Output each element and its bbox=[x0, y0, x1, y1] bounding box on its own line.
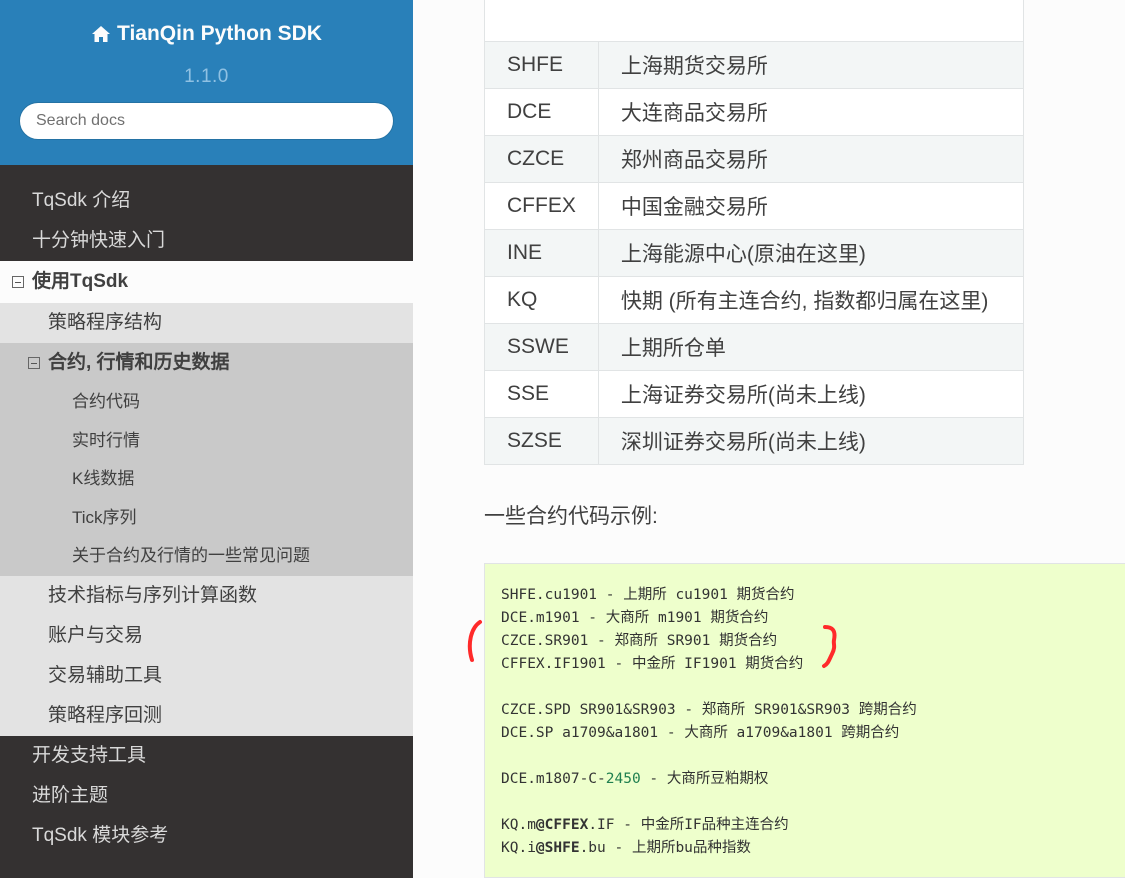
nav-subsubitem-faq[interactable]: 关于合约及行情的一些常见问题 bbox=[0, 537, 413, 576]
collapse-toggle-icon[interactable] bbox=[12, 276, 24, 288]
code-line-option: DCE.m1807-C-2450 - 大商所豆粕期权 bbox=[501, 768, 1125, 791]
exchange-name: 上海期货交易所 bbox=[597, 41, 1025, 89]
table-row: SZSE 深圳证券交易所(尚未上线) bbox=[484, 417, 1025, 465]
exchange-code: CFFEX bbox=[484, 182, 599, 230]
table-row: CFFEX 中国金融交易所 bbox=[484, 182, 1025, 230]
exchange-code: SZSE bbox=[484, 417, 599, 465]
nav-subitem-indicators[interactable]: 技术指标与序列计算函数 bbox=[0, 575, 413, 616]
nav-subitem-current-label: 合约, 行情和历史数据 bbox=[48, 352, 230, 373]
exchange-name: 大连商品交易所 bbox=[597, 88, 1025, 136]
code-example-block[interactable]: SHFE.cu1901 - 上期所 cu1901 期货合约 DCE.m1901 … bbox=[484, 563, 1125, 878]
code-token: KQ.m bbox=[501, 817, 536, 833]
home-icon bbox=[92, 26, 111, 42]
version-label: 1.1.0 bbox=[184, 66, 229, 87]
code-line-kq: KQ.m@CFFEX.IF - 中金所IF品种主连合约 bbox=[501, 814, 1125, 837]
code-token: DCE.m1807-C- bbox=[501, 771, 606, 787]
brand-link[interactable]: TianQin Python SDK bbox=[91, 22, 322, 46]
exchange-name: 快期 (所有主连合约, 指数都归属在这里) bbox=[597, 276, 1025, 324]
table-row: CZCE 郑州商品交易所 bbox=[484, 135, 1025, 183]
table-row: INE 上海能源中心(原油在这里) bbox=[484, 229, 1025, 277]
main-content: SHFE 上海期货交易所 DCE 大连商品交易所 CZCE 郑州商品交易所 CFFEX… bbox=[413, 0, 1125, 878]
exchange-code: KQ bbox=[484, 276, 599, 324]
nav-subitem-strategy-structure[interactable]: 策略程序结构 bbox=[0, 303, 413, 343]
table-header-remnant bbox=[484, 0, 1024, 42]
code-decorator-token: @CFFEX bbox=[535, 817, 589, 833]
exchange-name: 上期所仓单 bbox=[597, 323, 1025, 371]
annotation-right-bracket-icon bbox=[822, 625, 837, 668]
nav-subitem-account-trade[interactable]: 账户与交易 bbox=[0, 615, 413, 656]
code-decorator-token: @SHFE bbox=[535, 840, 580, 856]
nav-item-module-reference[interactable]: TqSdk 模块参考 bbox=[0, 816, 413, 856]
nav-item-current-label: 使用TqSdk bbox=[32, 271, 129, 292]
table-row: KQ 快期 (所有主连合约, 指数都归属在这里) bbox=[484, 276, 1025, 324]
exchange-code: DCE bbox=[484, 88, 599, 136]
code-line: CFFEX.IF1901 - 中金所 IF1901 期货合约 bbox=[501, 656, 804, 672]
nav-item-dev-tools[interactable]: 开发支持工具 bbox=[0, 736, 413, 776]
code-line-kq: KQ.i@SHFE.bu - 上期所bu品种指数 bbox=[501, 837, 1125, 860]
annotation-left-bracket-icon bbox=[467, 620, 482, 662]
nav-item-current[interactable]: 使用TqSdk bbox=[0, 261, 413, 303]
nav-subitem-trade-tools[interactable]: 交易辅助工具 bbox=[0, 655, 413, 696]
table-row: SSE 上海证券交易所(尚未上线) bbox=[484, 370, 1025, 418]
collapse-toggle-icon[interactable] bbox=[28, 357, 40, 369]
nav-subsubitem-kline[interactable]: K线数据 bbox=[0, 460, 413, 499]
exchange-name: 中国金融交易所 bbox=[597, 182, 1025, 230]
code-line: SHFE.cu1901 - 上期所 cu1901 期货合约 bbox=[501, 587, 795, 603]
code-token: .bu - 上期所bu品种指数 bbox=[579, 840, 751, 856]
examples-heading: 一些合约代码示例: bbox=[484, 505, 658, 528]
brand-title: TianQin Python SDK bbox=[117, 22, 322, 45]
sidebar-nav: TqSdk 介绍 十分钟快速入门 使用TqSdk 策略程序结构 合约, 行情和历… bbox=[0, 165, 413, 856]
table-row: SSWE 上期所仓单 bbox=[484, 323, 1025, 371]
exchange-code: SSWE bbox=[484, 323, 599, 371]
exchange-code: SSE bbox=[484, 370, 599, 418]
code-token: - 大商所豆粕期权 bbox=[640, 771, 769, 787]
search-input[interactable] bbox=[19, 102, 394, 140]
exchange-table: SHFE 上海期货交易所 DCE 大连商品交易所 CZCE 郑州商品交易所 CFFEX… bbox=[484, 41, 1025, 465]
code-line: DCE.SP a1709&a1801 - 大商所 a1709&a1801 跨期合… bbox=[501, 725, 900, 741]
exchange-code: INE bbox=[484, 229, 599, 277]
nav-subsubitem-realtime-quote[interactable]: 实时行情 bbox=[0, 421, 413, 461]
sidebar-header: TianQin Python SDK 1.1.0 bbox=[0, 0, 413, 165]
nav-subitem-backtest[interactable]: 策略程序回测 bbox=[0, 695, 413, 736]
nav-subsubitem-tick[interactable]: Tick序列 bbox=[0, 498, 413, 538]
nav-item-quickstart[interactable]: 十分钟快速入门 bbox=[0, 221, 413, 261]
exchange-name: 上海能源中心(原油在这里) bbox=[597, 229, 1025, 277]
code-line: CZCE.SPD SR901&SR903 - 郑商所 SR901&SR903 跨… bbox=[501, 702, 917, 718]
nav-subsubitem-contract-code[interactable]: 合约代码 bbox=[0, 383, 413, 422]
exchange-name: 郑州商品交易所 bbox=[597, 135, 1025, 183]
exchange-name: 上海证券交易所(尚未上线) bbox=[597, 370, 1025, 418]
exchange-code: SHFE bbox=[484, 41, 599, 89]
code-number-token: 2450 bbox=[605, 771, 641, 787]
table-row: SHFE 上海期货交易所 bbox=[484, 41, 1025, 89]
nav-subitem-current[interactable]: 合约, 行情和历史数据 bbox=[0, 343, 413, 383]
code-line: CZCE.SR901 - 郑商所 SR901 期货合约 bbox=[501, 633, 778, 649]
exchange-name: 深圳证券交易所(尚未上线) bbox=[597, 417, 1025, 465]
code-token: KQ.i bbox=[501, 840, 536, 856]
table-row: DCE 大连商品交易所 bbox=[484, 88, 1025, 136]
sidebar: TianQin Python SDK 1.1.0 TqSdk 介绍 十分钟快速入… bbox=[0, 0, 413, 878]
code-token: .IF - 中金所IF品种主连合约 bbox=[588, 817, 789, 833]
code-line: DCE.m1901 - 大商所 m1901 期货合约 bbox=[501, 610, 769, 626]
nav-item-advanced[interactable]: 进阶主题 bbox=[0, 776, 413, 816]
nav-item-intro[interactable]: TqSdk 介绍 bbox=[0, 165, 413, 221]
exchange-code: CZCE bbox=[484, 135, 599, 183]
